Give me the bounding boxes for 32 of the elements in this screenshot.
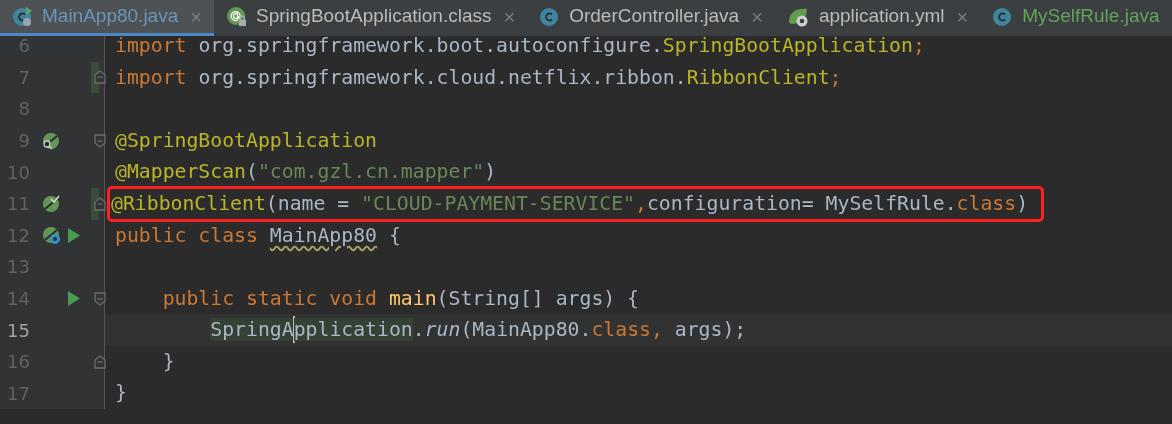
tab-label: SpringBootApplication.class bbox=[255, 4, 492, 29]
line-number: 15 bbox=[6, 318, 30, 343]
code-line: public static void main(String[] args) { bbox=[161, 285, 640, 312]
fold-marker-icon[interactable] bbox=[94, 354, 106, 369]
fold-marker-icon[interactable] bbox=[94, 133, 106, 148]
bean-gear-icon[interactable] bbox=[41, 225, 63, 246]
fold-marker-icon[interactable] bbox=[94, 70, 106, 85]
code-line: @SpringBootApplication bbox=[115, 127, 377, 154]
class-gear-icon bbox=[12, 5, 34, 28]
close-icon[interactable]: × bbox=[751, 1, 763, 32]
fold-marker-icon[interactable] bbox=[94, 196, 106, 211]
editor-tab[interactable]: MainApp80.java × bbox=[0, 0, 214, 36]
tab-label: OrderController.java bbox=[569, 4, 740, 29]
code-line: } bbox=[161, 348, 175, 375]
annotation-lock-icon bbox=[225, 5, 248, 28]
close-icon[interactable]: × bbox=[190, 1, 202, 32]
code-line: import org.springframework.cloud.netflix.ribbon.RibbonClient; bbox=[115, 64, 842, 91]
editor-tab[interactable]: MySelfRule.java bbox=[980, 0, 1172, 36]
tab-label: application.yml bbox=[818, 4, 945, 29]
bean-check-icon[interactable] bbox=[41, 193, 63, 214]
code-line: @RibbonClient(name = "CLOUD-PAYMENT-SERVICE",configuration= MySelfRule.class) bbox=[109, 187, 1043, 220]
code-line: SpringApplication.run(MainApp80.class, args); bbox=[209, 315, 747, 346]
run-icon[interactable] bbox=[68, 291, 80, 307]
fold-marker-icon[interactable] bbox=[94, 291, 106, 306]
code-line: public class MainApp80 { bbox=[115, 222, 401, 249]
tab-label: MainApp80.java bbox=[42, 4, 179, 29]
run-icon[interactable] bbox=[68, 227, 80, 243]
code-line: } bbox=[115, 380, 127, 407]
code-line: @MapperScan("com.gzl.cn.mapper") bbox=[115, 159, 497, 186]
close-icon[interactable]: × bbox=[503, 1, 516, 32]
close-icon[interactable]: × bbox=[956, 1, 969, 32]
tab-label: MySelfRule.java bbox=[1022, 4, 1160, 29]
